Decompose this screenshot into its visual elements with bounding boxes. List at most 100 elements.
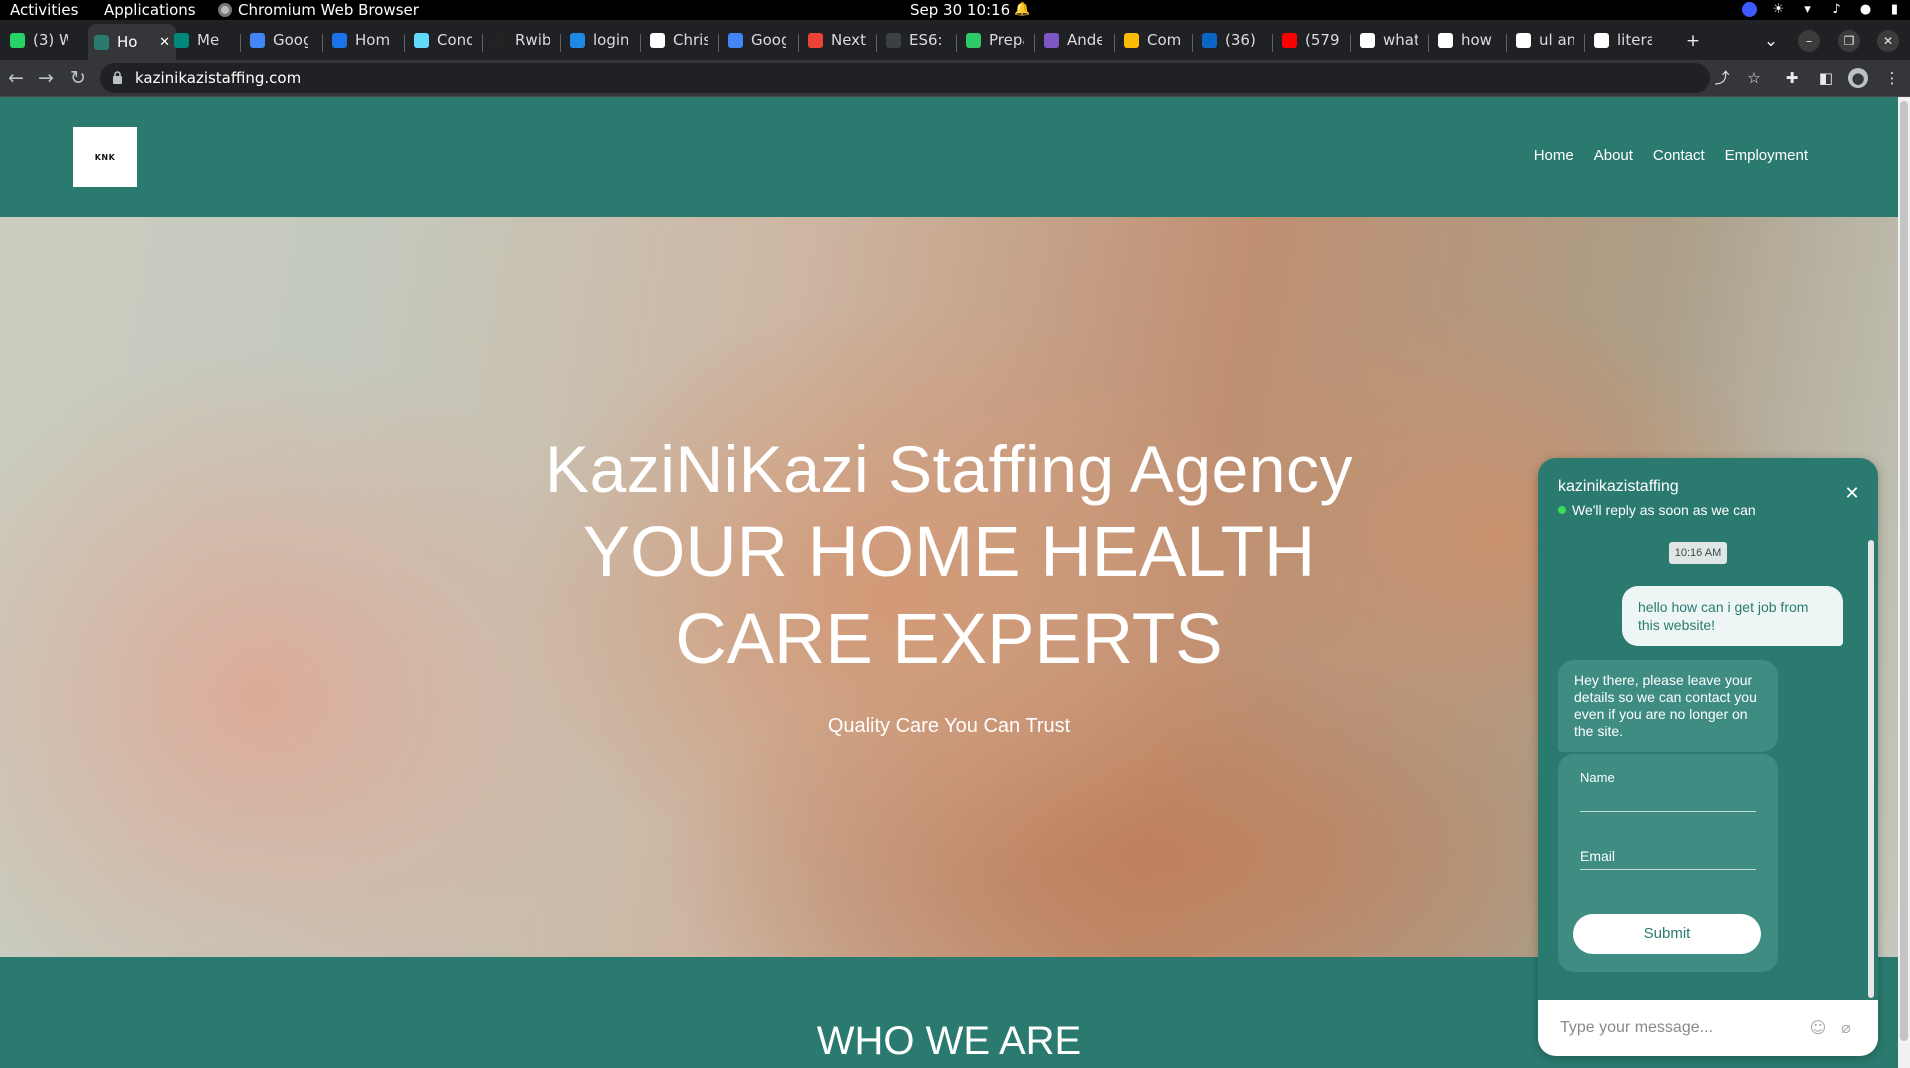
name-field-label: Name	[1580, 770, 1615, 785]
site-logo[interactable]: KNK	[73, 127, 137, 187]
minimize-icon[interactable]: –	[1798, 30, 1820, 52]
browser-tab[interactable]: Comp	[1118, 26, 1188, 54]
tab-title: ul anc	[1539, 31, 1574, 49]
activities-button[interactable]: Activities	[10, 0, 78, 20]
tab-separator	[1506, 34, 1507, 52]
browser-tab[interactable]: Andel	[1038, 26, 1108, 54]
active-app-name: Chromium Web Browser	[238, 1, 419, 19]
tab-title: Chris	[673, 31, 708, 49]
profile-avatar-icon[interactable]: ●	[1848, 68, 1868, 88]
menu-kebab-icon[interactable]: ⋮	[1882, 68, 1902, 88]
email-field-label: Email	[1580, 848, 1616, 864]
browser-tab[interactable]: ul anc	[1510, 26, 1580, 54]
scrollbar-thumb[interactable]	[1900, 101, 1908, 1041]
browser-tab[interactable]: Goog	[722, 26, 792, 54]
tab-title: (5793	[1305, 31, 1340, 49]
browser-tab[interactable]: (36) F	[1196, 26, 1266, 54]
extensions-icon[interactable]: ✚	[1782, 68, 1802, 88]
browser-tab[interactable]: how r	[1432, 26, 1502, 54]
tray-app-icon[interactable]	[1742, 2, 1757, 17]
new-tab-plus-icon[interactable]: +	[1682, 30, 1704, 52]
back-arrow-icon[interactable]: ←	[4, 66, 28, 90]
forward-arrow-icon[interactable]: →	[34, 66, 58, 90]
browser-tab[interactable]: (3) Wl	[4, 26, 74, 54]
tab-search-chevron-icon[interactable]: ⌄	[1760, 30, 1782, 52]
browser-tab[interactable]: Prepa	[960, 26, 1030, 54]
browser-tab[interactable]: ES6: F	[880, 26, 950, 54]
user-message-bubble: hello how can i get job from this websit…	[1622, 586, 1843, 646]
name-field[interactable]: Name	[1580, 770, 1756, 812]
nav-home[interactable]: Home	[1534, 147, 1574, 164]
wifi-icon: ▾	[1804, 2, 1811, 17]
tab-favicon-icon	[570, 32, 585, 48]
browser-tab[interactable]: Me	[168, 26, 238, 54]
nav-contact[interactable]: Contact	[1653, 147, 1705, 164]
tab-favicon-icon	[1360, 32, 1375, 48]
bookmark-star-icon[interactable]: ☆	[1744, 68, 1764, 88]
tab-favicon-icon	[1438, 32, 1453, 48]
tab-favicon-icon	[886, 32, 901, 48]
nav-employment[interactable]: Employment	[1725, 147, 1808, 164]
tab-favicon-icon	[492, 32, 507, 48]
browser-tab[interactable]: Ho ✕	[88, 24, 176, 60]
page-scrollbar[interactable]	[1898, 97, 1910, 1068]
tab-separator	[876, 34, 877, 52]
tab-separator	[1350, 34, 1351, 52]
submit-button[interactable]: Submit	[1573, 914, 1761, 954]
browser-tab[interactable]: literal	[1588, 26, 1658, 54]
active-app-indicator[interactable]: Chromium Web Browser	[218, 0, 419, 20]
browser-tab[interactable]: Condi	[408, 26, 478, 54]
tab-title: Ho	[117, 33, 138, 51]
tab-favicon-icon	[414, 32, 429, 48]
tab-title: Andel	[1067, 31, 1102, 49]
clock[interactable]: Sep 30 10:16	[910, 0, 1010, 20]
chat-widget: kazinikazistaffing We'll reply as soon a…	[1538, 458, 1878, 1056]
nav-about[interactable]: About	[1594, 147, 1633, 164]
tab-separator	[718, 34, 719, 52]
tab-favicon-icon	[10, 32, 25, 48]
email-field[interactable]: Email	[1580, 848, 1756, 870]
share-icon[interactable]: ⤴	[1712, 68, 1732, 88]
browser-tab[interactable]: Home	[326, 26, 396, 54]
emoji-icon[interactable]: ☺	[1808, 1018, 1828, 1038]
online-dot-icon	[1558, 506, 1566, 514]
tab-title: Condi	[437, 31, 472, 49]
restore-icon[interactable]: ❐	[1838, 30, 1860, 52]
tab-title: Rwibu	[515, 31, 550, 49]
tab-separator	[322, 34, 323, 52]
tab-favicon-icon	[1124, 32, 1139, 48]
system-tray[interactable]: ☀ ▾ ♪ ● ▮	[1742, 2, 1902, 17]
tab-title: what	[1383, 31, 1418, 49]
browser-tab[interactable]: (5793	[1276, 26, 1346, 54]
tab-favicon-icon	[808, 32, 823, 48]
window-close-icon[interactable]: ✕	[1877, 30, 1899, 52]
tab-favicon-icon	[332, 32, 347, 48]
browser-tab[interactable]: Googl	[244, 26, 314, 54]
chat-message-input[interactable]: Type your message... ☺ ⌀	[1538, 1000, 1878, 1056]
chat-status-text: We'll reply as soon as we can	[1572, 502, 1756, 518]
tab-separator	[1192, 34, 1193, 52]
browser-tab[interactable]: login	[564, 26, 634, 54]
browser-tab[interactable]: what	[1354, 26, 1424, 54]
side-panel-icon[interactable]: ◧	[1816, 68, 1836, 88]
reload-icon[interactable]: ↻	[66, 66, 90, 90]
tab-separator	[404, 34, 405, 52]
tab-favicon-icon	[1202, 32, 1217, 48]
url-text[interactable]: kazinikazistaffing.com	[135, 63, 301, 93]
notification-bell-icon: 🔔	[1014, 2, 1031, 17]
close-icon[interactable]: ✕	[1842, 484, 1862, 504]
chromium-icon	[218, 3, 232, 17]
address-bar[interactable]: kazinikazistaffing.com	[100, 63, 1710, 93]
tab-favicon-icon	[94, 34, 109, 50]
browser-tab[interactable]: Next:	[802, 26, 872, 54]
tab-favicon-icon	[728, 32, 743, 48]
applications-menu[interactable]: Applications	[104, 0, 196, 20]
bot-message-bubble: Hey there, please leave your details so …	[1558, 660, 1778, 752]
tab-favicon-icon	[250, 32, 265, 48]
tab-title: Comp	[1147, 31, 1182, 49]
browser-tab[interactable]: Chris	[644, 26, 714, 54]
browser-tab[interactable]: Rwibu	[486, 26, 556, 54]
chat-scrollbar[interactable]	[1868, 540, 1874, 998]
tab-title: Next:	[831, 31, 866, 49]
attachment-icon[interactable]: ⌀	[1836, 1018, 1856, 1038]
